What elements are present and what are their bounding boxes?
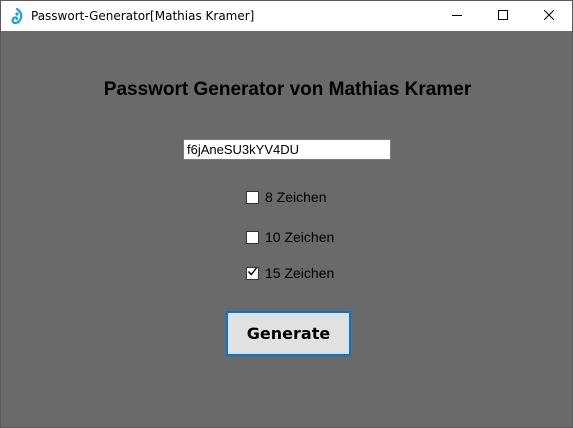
- checkbox-10-chars[interactable]: [246, 230, 259, 244]
- checkmark-icon: [247, 264, 258, 282]
- password-output-field[interactable]: [183, 139, 391, 160]
- option-label[interactable]: 10 Zeichen: [265, 229, 334, 245]
- maximize-button[interactable]: [480, 1, 526, 31]
- checkbox-8-chars[interactable]: [246, 190, 259, 204]
- page-heading: Passwort Generator von Mathias Kramer: [103, 79, 472, 100]
- option-8-chars[interactable]: 8 Zeichen: [246, 189, 326, 205]
- maximize-icon: [498, 7, 508, 25]
- generate-button[interactable]: Generate: [226, 311, 351, 356]
- option-15-chars[interactable]: 15 Zeichen: [246, 265, 334, 281]
- option-label[interactable]: 8 Zeichen: [265, 189, 326, 205]
- option-10-chars[interactable]: 10 Zeichen: [246, 229, 334, 245]
- option-label[interactable]: 15 Zeichen: [265, 265, 334, 281]
- app-window: Passwort-Generator[Mathias Kramer] Passw…: [0, 0, 573, 428]
- minimize-button[interactable]: [434, 1, 480, 31]
- title-bar[interactable]: Passwort-Generator[Mathias Kramer]: [1, 1, 572, 31]
- checkbox-15-chars[interactable]: [246, 264, 259, 282]
- app-icon: [9, 8, 25, 24]
- minimize-icon: [452, 7, 462, 25]
- close-icon: [543, 7, 555, 25]
- close-button[interactable]: [526, 1, 572, 31]
- caption-buttons: [434, 1, 572, 31]
- window-title: Passwort-Generator[Mathias Kramer]: [31, 9, 255, 23]
